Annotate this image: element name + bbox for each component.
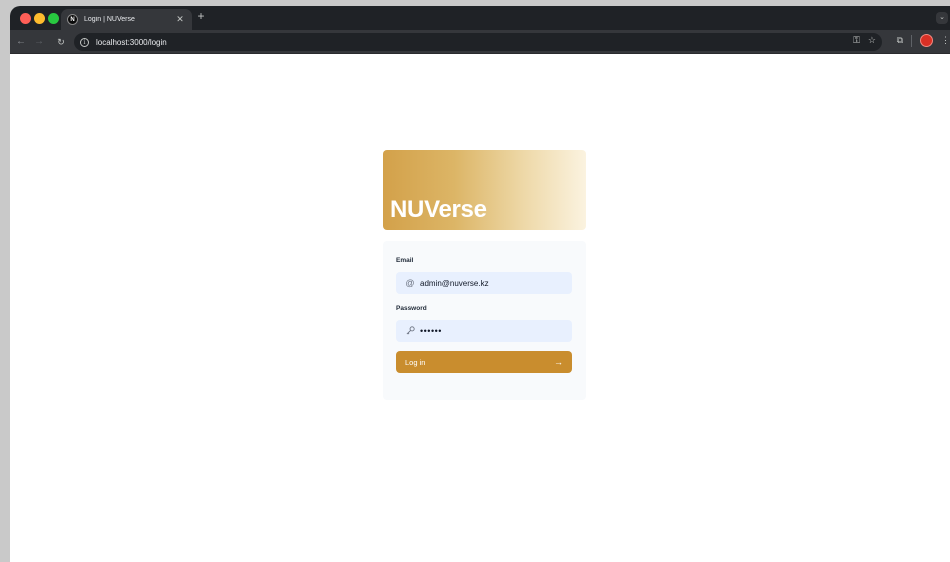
brand-banner: NUVerse — [383, 150, 586, 230]
toolbar-divider — [911, 34, 912, 47]
email-field[interactable]: @ admin@nuverse.kz — [396, 272, 572, 294]
arrow-right-icon: → — [554, 357, 563, 367]
password-field[interactable]: •••••• — [396, 320, 572, 342]
tab-login[interactable]: N Login | NUVerse ✕ — [61, 9, 192, 30]
password-label: Password — [396, 305, 427, 312]
profile-avatar-icon[interactable] — [920, 34, 933, 47]
favicon-icon: N — [67, 14, 78, 25]
menu-kebab-icon[interactable]: ⋮ — [941, 35, 950, 46]
close-window-button[interactable] — [20, 13, 31, 24]
login-button-label: Log in — [405, 357, 426, 367]
login-card: Email @ admin@nuverse.kz Password ••••••… — [383, 241, 586, 400]
password-key-icon[interactable]: ⚿ — [853, 35, 860, 46]
tab-title: Login | NUVerse — [84, 16, 135, 23]
maximize-window-button[interactable] — [48, 13, 59, 24]
tab-strip: N Login | NUVerse ✕ + ⌄ — [10, 6, 950, 30]
new-tab-icon[interactable]: + — [194, 9, 208, 23]
browser-window: N Login | NUVerse ✕ + ⌄ ← → ↻ i localhos… — [10, 6, 950, 562]
at-icon: @ — [405, 278, 415, 288]
key-icon — [404, 325, 416, 337]
forward-icon[interactable]: → — [32, 35, 46, 49]
url-text: localhost:3000/login — [96, 37, 167, 47]
email-label: Email — [396, 257, 414, 264]
toolbar-actions: ⧉ ⋮ — [897, 34, 950, 47]
bookmark-star-icon[interactable]: ☆ — [868, 35, 876, 46]
brand-title: NUVerse — [390, 196, 487, 223]
site-info-icon[interactable]: i — [80, 37, 89, 47]
address-bar-actions: ⚿ ☆ — [853, 35, 876, 46]
page-content: NUVerse Email @ admin@nuverse.kz Passwor… — [10, 55, 950, 562]
login-button[interactable]: Log in → — [396, 351, 572, 373]
close-tab-icon[interactable]: ✕ — [174, 14, 186, 25]
back-icon[interactable]: ← — [14, 35, 28, 49]
address-bar[interactable]: i localhost:3000/login ⚿ ☆ — [74, 33, 882, 51]
minimize-window-button[interactable] — [34, 13, 45, 24]
browser-toolbar: ← → ↻ i localhost:3000/login ⚿ ☆ ⧉ ⋮ — [10, 30, 950, 54]
reload-icon[interactable]: ↻ — [54, 35, 68, 49]
password-value: •••••• — [420, 326, 442, 336]
extensions-icon[interactable]: ⧉ — [897, 35, 903, 46]
tab-search-icon[interactable]: ⌄ — [936, 12, 948, 24]
email-value: admin@nuverse.kz — [420, 278, 489, 288]
